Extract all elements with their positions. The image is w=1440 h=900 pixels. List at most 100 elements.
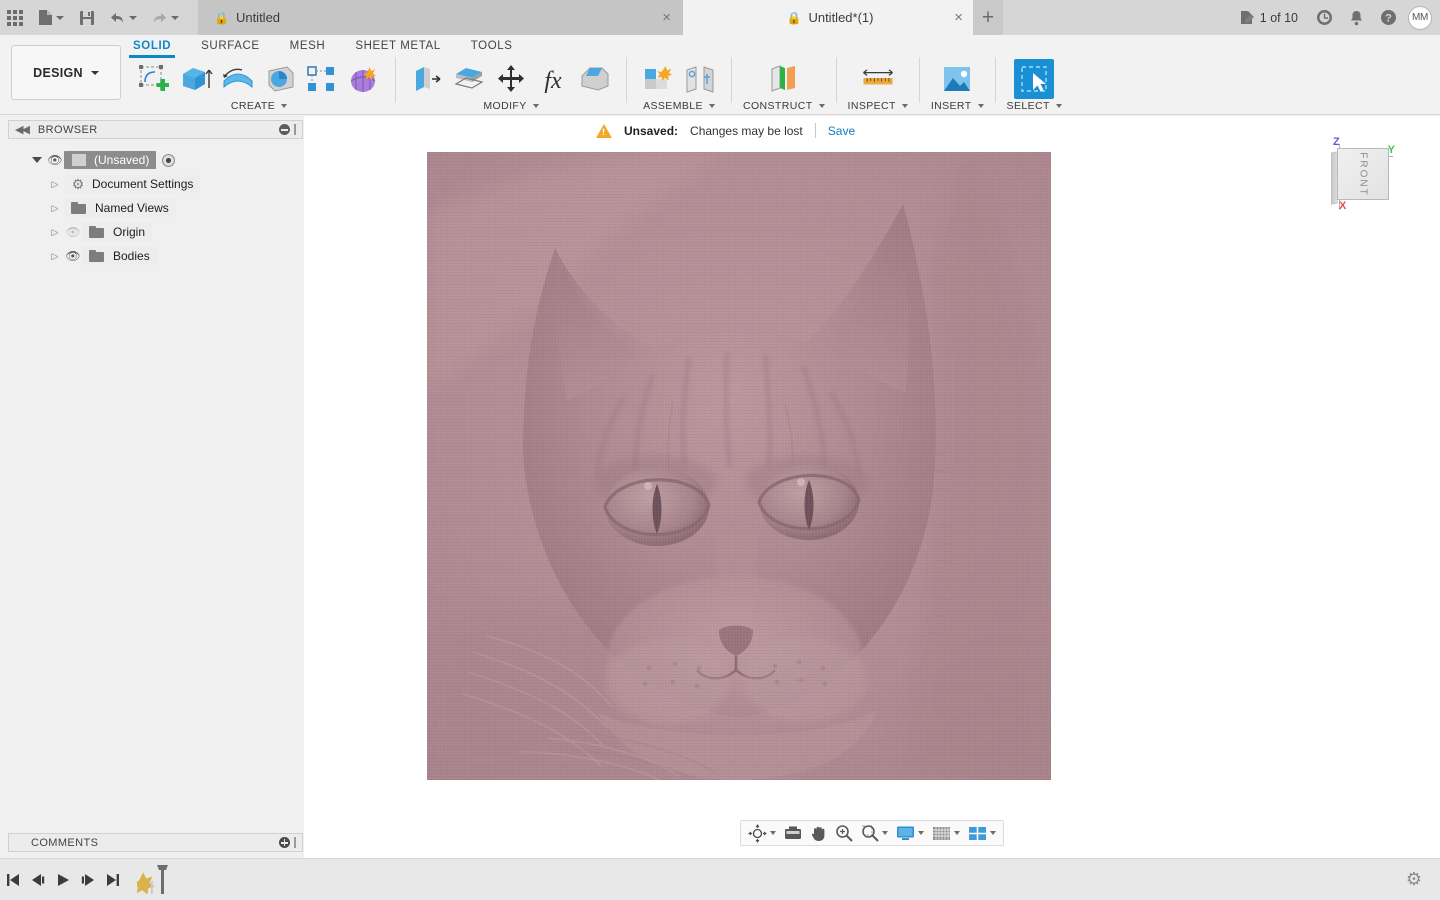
inspect-label: INSPECT: [847, 100, 896, 112]
expand-arrow-icon[interactable]: ▷: [46, 179, 64, 190]
app-grid-icon[interactable]: [0, 0, 30, 35]
notifications-bell-icon[interactable]: [1340, 0, 1372, 35]
close-tab-icon[interactable]: ×: [652, 10, 671, 25]
help-icon[interactable]: ?: [1372, 0, 1404, 35]
view-cube-front-face[interactable]: FRONT: [1337, 148, 1389, 200]
assemble-label: ASSEMBLE: [643, 100, 703, 112]
orbit-tool[interactable]: [745, 821, 779, 845]
chevron-down-icon: [90, 70, 99, 75]
user-avatar[interactable]: MM: [1408, 5, 1432, 30]
insert-image-tool[interactable]: [937, 59, 977, 99]
offset-face-tool[interactable]: [449, 59, 489, 99]
go-to-beginning-button[interactable]: [0, 859, 25, 900]
group-label-construct[interactable]: CONSTRUCT: [743, 100, 825, 112]
tree-node-origin[interactable]: ▷ 👁 Origin: [8, 220, 303, 244]
panel-resize-grip[interactable]: [294, 124, 296, 135]
tree-node-bodies[interactable]: ▷ 👁 Bodies: [8, 244, 303, 268]
tab-mesh[interactable]: MESH: [290, 35, 326, 58]
tree-node-document-settings[interactable]: ▷ ⚙ Document Settings: [8, 172, 303, 196]
chamfer-tool[interactable]: [575, 59, 615, 99]
visibility-eye-off-icon[interactable]: 👁: [64, 225, 82, 239]
pattern-tool[interactable]: [302, 59, 342, 99]
expand-arrow-icon[interactable]: ▷: [46, 227, 64, 238]
notification-message: Changes may be lost: [690, 123, 803, 138]
workspace-switcher-button[interactable]: DESIGN: [11, 45, 121, 100]
group-label-insert[interactable]: INSERT: [931, 100, 984, 112]
view-cube[interactable]: FRONT Z Y X: [1315, 136, 1395, 216]
ribbon: DESIGN SOLID SURFACE MESH SHEET METAL TO…: [0, 35, 1440, 115]
expand-arrow-icon[interactable]: ▷: [46, 251, 64, 262]
tab-solid[interactable]: SOLID: [128, 35, 176, 58]
chevron-down-icon: [1055, 104, 1062, 108]
redo-icon[interactable]: [144, 0, 186, 35]
save-icon[interactable]: [72, 0, 102, 35]
save-link-button[interactable]: Save: [828, 124, 855, 138]
press-pull-tool[interactable]: [407, 59, 447, 99]
recent-activity-icon[interactable]: [1308, 0, 1340, 35]
step-back-button[interactable]: [25, 859, 50, 900]
fit-tool[interactable]: [858, 821, 891, 845]
visibility-eye-icon[interactable]: 👁: [46, 153, 64, 167]
document-tab-untitled-1[interactable]: 🔒 Untitled*(1) ×: [683, 0, 973, 35]
folder-icon: [71, 202, 86, 214]
inserted-canvas-cat-photo[interactable]: [427, 152, 1051, 780]
minimize-panel-icon[interactable]: [279, 124, 290, 135]
activate-component-dot[interactable]: [162, 153, 176, 167]
comments-panel-header[interactable]: COMMENTS: [8, 833, 303, 852]
job-counter-label: 1 of 10: [1259, 10, 1298, 25]
viewport-layout-tool[interactable]: [965, 821, 999, 845]
revolve-tool[interactable]: [218, 59, 258, 99]
create-sketch-tool[interactable]: [134, 59, 174, 99]
group-label-modify[interactable]: MODIFY: [483, 100, 539, 112]
select-window-tool[interactable]: [1014, 59, 1055, 99]
tab-tools[interactable]: TOOLS: [471, 35, 513, 58]
tree-node-named-views[interactable]: ▷ Named Views: [8, 196, 303, 220]
form-tool[interactable]: [344, 59, 384, 99]
navigation-toolbar: [740, 820, 1004, 846]
group-label-assemble[interactable]: ASSEMBLE: [643, 100, 715, 112]
joint-tool[interactable]: [680, 59, 720, 99]
display-settings-tool[interactable]: [893, 821, 927, 845]
new-component-tool[interactable]: [638, 59, 678, 99]
panel-resize-grip[interactable]: [294, 837, 296, 848]
timeline-bar: ⚙: [0, 858, 1440, 900]
undo-icon[interactable]: [102, 0, 144, 35]
grid-snap-tool[interactable]: [929, 821, 963, 845]
tab-sheet-metal[interactable]: SHEET METAL: [355, 35, 440, 58]
tree-node-label: Document Settings: [92, 177, 194, 191]
group-label-inspect[interactable]: INSPECT: [848, 100, 908, 112]
expand-arrow-icon[interactable]: ▷: [46, 203, 64, 214]
add-comment-icon[interactable]: [279, 837, 290, 848]
tab-surface[interactable]: SURFACE: [201, 35, 260, 58]
play-button[interactable]: [50, 859, 75, 900]
change-parameters-tool[interactable]: fx: [533, 59, 573, 99]
chevron-down-icon: [918, 831, 924, 835]
job-status-counter[interactable]: 1 of 10: [1235, 10, 1308, 26]
close-tab-icon[interactable]: ×: [944, 10, 963, 25]
settings-gear-icon[interactable]: ⚙: [1406, 869, 1422, 890]
new-tab-button[interactable]: +: [973, 0, 1003, 35]
tree-node-unsaved[interactable]: 👁 (Unsaved): [8, 148, 303, 172]
tree-node-label-wrap: Origin: [82, 223, 153, 241]
group-divider: [994, 57, 996, 103]
sweep-tool[interactable]: [260, 59, 300, 99]
expand-arrow-icon[interactable]: [28, 157, 46, 163]
go-to-end-button[interactable]: [100, 859, 125, 900]
visibility-eye-icon[interactable]: 👁: [64, 249, 82, 263]
construct-plane-tool[interactable]: [764, 59, 804, 99]
pan-tool[interactable]: [807, 821, 830, 845]
collapse-panel-icon[interactable]: ◀◀: [15, 123, 30, 136]
create-label: CREATE: [230, 100, 276, 112]
measure-tool[interactable]: [858, 59, 898, 99]
group-label-select[interactable]: SELECT: [1007, 100, 1062, 112]
step-forward-button[interactable]: [75, 859, 100, 900]
look-at-tool[interactable]: [781, 821, 805, 845]
new-document-icon[interactable]: [30, 0, 72, 35]
zoom-tool[interactable]: [832, 821, 856, 845]
timeline-end-marker[interactable]: [132, 863, 175, 897]
move-copy-tool[interactable]: [491, 59, 531, 99]
document-tab-untitled[interactable]: 🔒 Untitled ×: [198, 0, 683, 35]
viewport-canvas[interactable]: Unsaved: Changes may be lost Save: [304, 116, 1440, 858]
group-label-create[interactable]: CREATE: [230, 100, 288, 112]
extrude-tool[interactable]: [176, 59, 216, 99]
